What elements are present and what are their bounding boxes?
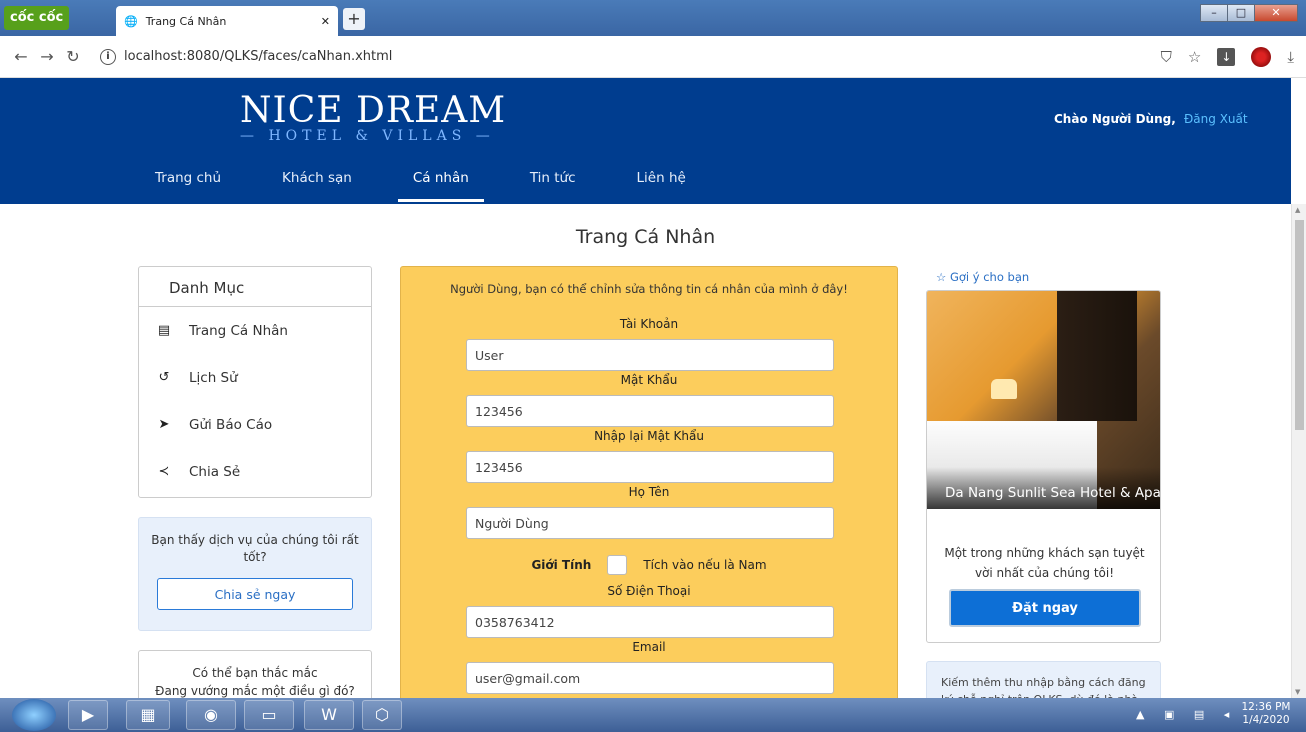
system-tray[interactable]: ▲ ▣ ▤ ◂ xyxy=(1136,708,1237,721)
nav-hotels[interactable]: Khách sạn xyxy=(267,158,367,202)
page-title: Trang Cá Nhân xyxy=(575,226,716,248)
window-controls: – □ ✕ xyxy=(1200,4,1298,22)
book-now-button[interactable]: Đặt ngay xyxy=(949,589,1141,627)
clock-time: 12:36 PM xyxy=(1241,701,1291,713)
username-field[interactable] xyxy=(466,339,834,371)
share-now-button[interactable]: Chia sẻ ngay xyxy=(157,578,353,610)
send-icon: ➤ xyxy=(158,417,170,432)
maximize-button[interactable]: □ xyxy=(1227,4,1255,22)
profile-form: Người Dùng, bạn có thể chỉnh sửa thông t… xyxy=(400,266,898,706)
info-icon[interactable]: i xyxy=(100,48,116,65)
password-field[interactable] xyxy=(466,395,834,427)
browser-brand-logo[interactable]: cốc cốc xyxy=(4,6,70,30)
clock[interactable]: 12:36 PM 1/4/2020 xyxy=(1236,701,1296,727)
faq-line-1: Có thể bạn thắc mắc xyxy=(192,666,318,680)
site-logo-subtitle: — HOTEL & VILLAS — xyxy=(240,128,495,144)
virtualbox-icon[interactable]: ⬡ xyxy=(362,700,402,730)
suggestion-heading[interactable]: ☆ Gợi ý cho bạn xyxy=(936,270,1029,284)
minimize-button[interactable]: – xyxy=(1200,4,1228,22)
os-taskbar: ▶ ▦ ◉ ▭ W ⬡ ▲ ▣ ▤ ◂ 12:36 PM 1/4/2020 xyxy=(0,698,1306,732)
menu-heading: Danh Mục xyxy=(139,267,371,307)
page-scrollbar[interactable]: ▲ ▼ xyxy=(1291,204,1306,698)
new-tab-button[interactable]: + xyxy=(343,8,365,30)
browser-tab[interactable]: 🌐 Trang Cá Nhân ✕ xyxy=(116,6,338,36)
id-card-icon: ▤ xyxy=(157,323,171,338)
repassword-field[interactable] xyxy=(466,451,834,483)
save-icon[interactable]: ↓ xyxy=(1217,47,1236,66)
profile-avatar[interactable] xyxy=(1251,46,1272,67)
network-app-icon[interactable]: ▦ xyxy=(126,700,170,730)
hotel-name: Da Nang Sunlit Sea Hotel & Apartment xyxy=(927,467,1160,509)
nav-home[interactable]: Trang chủ xyxy=(140,158,236,202)
gender-row: Giới Tính Tích vào nếu là Nam xyxy=(401,555,897,575)
url-text: localhost:8080/QLKS/faces/caNhan.xhtml xyxy=(124,49,393,64)
main-nav: Trang chủ Khách sạn Cá nhân Tin tức Liên… xyxy=(140,158,732,204)
hotel-description: Một trong những khách sạn tuyệt vời nhất… xyxy=(944,546,1145,580)
phone-field[interactable] xyxy=(466,606,834,638)
email-field[interactable] xyxy=(466,662,834,694)
username-label: Tài Khoản xyxy=(619,317,679,331)
share-promo-box: Bạn thấy dịch vụ của chúng tôi rất tốt? … xyxy=(138,517,372,631)
forward-icon[interactable]: → xyxy=(34,47,60,66)
gender-hint: Tích vào nếu là Nam xyxy=(643,558,767,572)
scrollbar-thumb[interactable] xyxy=(1295,220,1304,430)
menu-item-label: Trang Cá Nhân xyxy=(189,322,288,339)
scroll-up-icon[interactable]: ▲ xyxy=(1295,206,1300,214)
shield-icon[interactable]: ⛉ xyxy=(1161,48,1172,66)
site-logo[interactable]: NICE DREAM xyxy=(240,90,506,131)
start-button[interactable] xyxy=(12,699,56,731)
menu-item-profile[interactable]: ▤ Trang Cá Nhân xyxy=(139,307,371,354)
hotel-image[interactable]: Da Nang Sunlit Sea Hotel & Apartment xyxy=(927,291,1160,509)
menu-item-share[interactable]: ≺ Chia Sẻ xyxy=(139,448,371,495)
tab-title: Trang Cá Nhân xyxy=(145,14,227,28)
share-promo-text: Bạn thấy dịch vụ của chúng tôi rất tốt? xyxy=(151,533,359,564)
browser-tab-bar: cốc cốc 🌐 Trang Cá Nhân ✕ + – □ ✕ xyxy=(0,0,1306,36)
fullname-field[interactable] xyxy=(466,507,834,539)
address-bar: ← → ↻ i localhost:8080/QLKS/faces/caNhan… xyxy=(0,36,1306,78)
share-icon: ≺ xyxy=(158,464,170,479)
greeting-text: Chào Người Dùng, xyxy=(1054,112,1176,126)
email-label: Email xyxy=(632,640,666,654)
menu-item-label: Gửi Báo Cáo xyxy=(189,416,273,433)
bookmark-star-icon[interactable]: ☆ xyxy=(1188,48,1201,66)
nav-profile[interactable]: Cá nhân xyxy=(397,158,484,202)
menu-item-label: Chia Sẻ xyxy=(189,463,241,480)
repassword-label: Nhập lại Mật Khẩu xyxy=(594,429,704,443)
menu-item-history[interactable]: ↺ Lịch Sử xyxy=(139,354,371,401)
download-icon[interactable]: ⤓ xyxy=(1287,48,1294,66)
menu-item-label: Lịch Sử xyxy=(189,369,238,386)
coccoc-taskbar-icon[interactable]: ◉ xyxy=(186,700,236,730)
form-intro: Người Dùng, bạn có thể chỉnh sửa thông t… xyxy=(450,282,848,296)
earn-promo-box: Kiếm thêm thu nhập bằng cách đăng ký chỗ… xyxy=(926,661,1161,701)
globe-icon: 🌐 xyxy=(124,14,138,28)
fullname-label: Họ Tên xyxy=(628,485,670,499)
gender-label: Giới Tính xyxy=(531,558,592,572)
close-window-button[interactable]: ✕ xyxy=(1254,4,1298,22)
site-header: NICE DREAM — HOTEL & VILLAS — Chào Người… xyxy=(0,78,1291,204)
scroll-down-icon[interactable]: ▼ xyxy=(1295,688,1300,696)
back-icon[interactable]: ← xyxy=(8,47,34,66)
url-field[interactable]: i localhost:8080/QLKS/faces/caNhan.xhtml xyxy=(100,48,1145,65)
logout-link[interactable]: Đăng Xuất xyxy=(1184,112,1248,126)
nav-contact[interactable]: Liên hệ xyxy=(622,158,701,202)
password-label: Mật Khẩu xyxy=(620,373,678,387)
hotel-card: Da Nang Sunlit Sea Hotel & Apartment Một… xyxy=(926,290,1161,643)
close-tab-icon[interactable]: ✕ xyxy=(321,15,330,28)
word-icon[interactable]: W xyxy=(304,700,354,730)
reload-icon[interactable]: ↻ xyxy=(60,47,86,66)
menu-item-report[interactable]: ➤ Gửi Báo Cáo xyxy=(139,401,371,448)
history-icon: ↺ xyxy=(158,370,170,385)
explorer-icon[interactable]: ▭ xyxy=(244,700,294,730)
phone-label: Số Điện Thoại xyxy=(607,584,691,598)
clock-date: 1/4/2020 xyxy=(1242,714,1290,726)
category-menu: Danh Mục ▤ Trang Cá Nhân ↺ Lịch Sử ➤ Gửi… xyxy=(138,266,372,498)
media-player-icon[interactable]: ▶ xyxy=(68,700,108,730)
gender-checkbox[interactable] xyxy=(607,555,628,575)
nav-news[interactable]: Tin tức xyxy=(515,158,591,202)
